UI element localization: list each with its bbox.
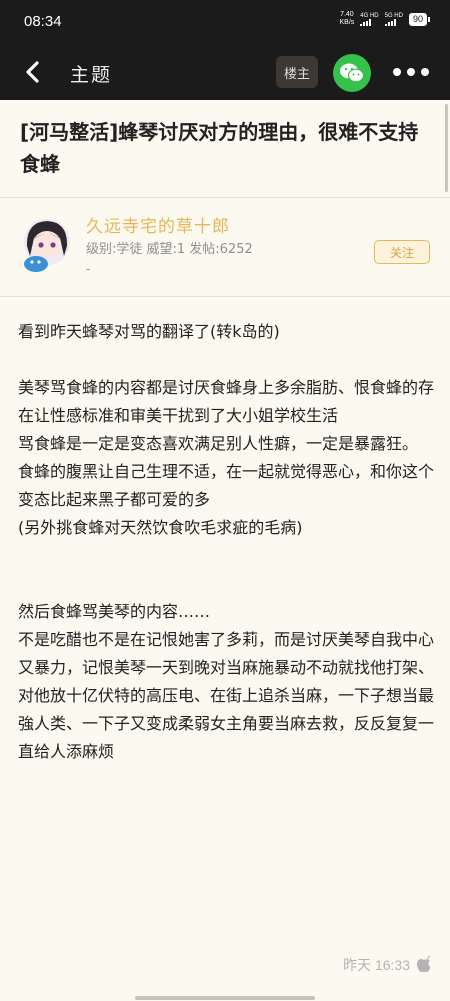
- signal-sim1-icon: 4G HD: [360, 13, 379, 26]
- post-content: 看到昨天蜂琴对骂的翻译了(转k岛的) 美琴骂食蜂的内容都是讨厌食蜂身上多余脂肪、…: [18, 318, 436, 766]
- divider: [0, 197, 450, 198]
- divider: [0, 296, 450, 297]
- back-icon[interactable]: [22, 60, 46, 84]
- home-indicator[interactable]: [135, 996, 315, 1000]
- author-name[interactable]: 久远寺宅的草十郎: [86, 212, 230, 237]
- author-stats: 级别:学徒 威望:1 发帖:6252: [86, 242, 253, 257]
- post-paragraph: 美琴骂食蜂的内容都是讨厌食蜂身上多余脂肪、恨食蜂的存在让性感标准和审美干扰到了大…: [18, 378, 435, 537]
- op-only-button[interactable]: 楼主: [276, 56, 318, 88]
- thread-title: [河马整活]蜂琴讨厌对方的理由，很难不支持食蜂: [20, 120, 419, 176]
- apple-device-icon: [416, 955, 431, 972]
- status-icons: 7.40 KB/s 4G HD 5G HD 90: [339, 11, 430, 27]
- scroll-indicator: [445, 104, 448, 192]
- more-icon[interactable]: [393, 68, 429, 76]
- post-paragraph: 看到昨天蜂琴对骂的翻译了(转k岛的): [18, 322, 280, 341]
- author-signature: -: [86, 262, 91, 276]
- nav-bar: 主题 楼主: [0, 46, 450, 100]
- battery-icon: 90: [408, 12, 430, 26]
- post-paragraph: 然后食蜂骂美琴的内容…… 不是吃醋也不是在记恨她害了多莉，而是讨厌美琴自我中心又…: [18, 602, 435, 761]
- post-time: 昨天 16:33: [343, 957, 410, 973]
- follow-button[interactable]: 关注: [374, 240, 430, 264]
- wechat-icon: [340, 63, 365, 83]
- author-avatar[interactable]: [20, 216, 74, 274]
- signal-sim2-icon: 5G HD: [384, 13, 403, 26]
- wechat-share-button[interactable]: [333, 54, 371, 92]
- status-time: 08:34: [24, 13, 62, 30]
- net-speed: 7.40 KB/s: [339, 11, 355, 26]
- nav-title: 主题: [70, 64, 113, 86]
- status-bar: 08:34 7.40 KB/s 4G HD 5G HD 90: [0, 0, 450, 46]
- battery-level: 90: [408, 12, 427, 26]
